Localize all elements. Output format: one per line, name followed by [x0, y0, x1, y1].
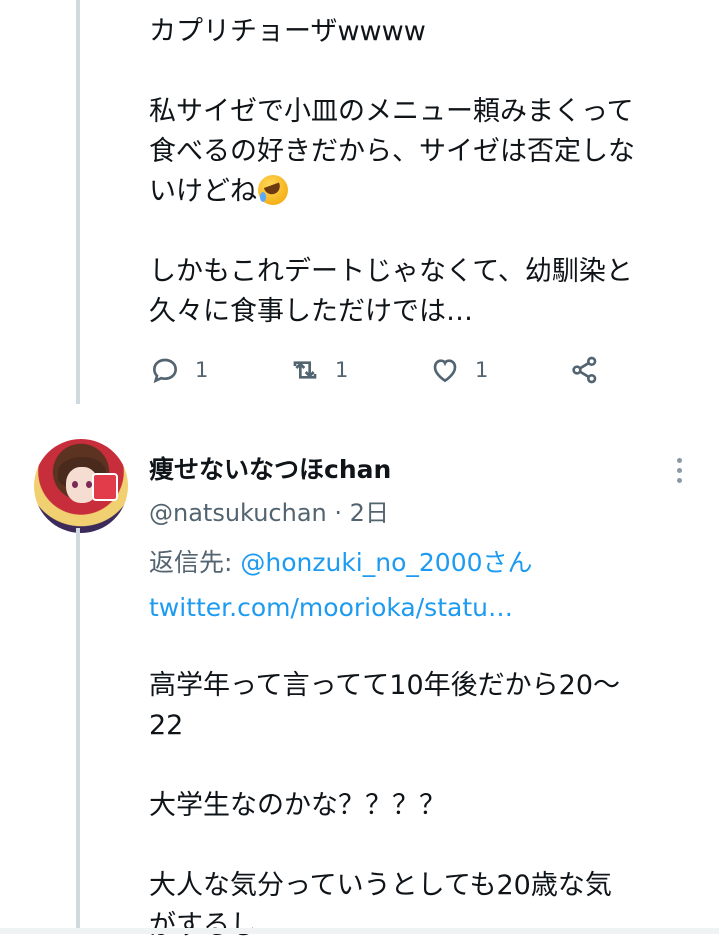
tweet-text: カプリチョーザwwww 私サイゼで小皿のメニュー頼みまくって 食べるの好きだから…: [149, 12, 709, 332]
share-icon: [572, 356, 597, 384]
handle[interactable]: @natsukuchan: [149, 499, 327, 527]
display-name[interactable]: 痩せないなつほchan: [149, 450, 391, 486]
reply-to-label: 返信先:: [149, 548, 241, 577]
handle-line: @natsukuchan · 2日: [149, 493, 389, 528]
divider: [0, 928, 719, 934]
reply-to-mention[interactable]: @honzuki_no_2000さん: [240, 548, 532, 577]
reply-to: 返信先: @honzuki_no_2000さん: [149, 543, 533, 583]
thread-line: [76, 0, 80, 404]
quoted-link[interactable]: twitter.com/moorioka/statu…: [149, 588, 513, 628]
separator: ·: [334, 499, 343, 527]
more-options-icon[interactable]: [662, 455, 696, 489]
retweet-icon: [293, 361, 317, 379]
tweet-text: 高学年って言ってて10年後だから20〜 22 大学生なのかな？？？？ 大人な気分…: [149, 670, 621, 941]
like-count: 1: [475, 358, 489, 382]
share-button[interactable]: [569, 350, 601, 390]
retweet-button[interactable]: 1: [289, 350, 348, 390]
like-button[interactable]: 1: [429, 350, 488, 390]
retweet-count: 1: [335, 358, 349, 382]
heart-icon: [433, 359, 457, 383]
reply-count: 1: [195, 358, 209, 382]
timestamp[interactable]: 2日: [350, 499, 389, 527]
reply-icon: [152, 358, 178, 384]
avatar[interactable]: [34, 439, 128, 533]
thread-line: [76, 528, 80, 934]
tweet-actions: 1 1 1: [149, 350, 619, 390]
tweet-text-part1: カプリチョーザwwww 私サイゼで小皿のメニュー頼みまくって 食べるの好きだから…: [149, 16, 635, 207]
tweet-text-part2: しかもこれデートじゃなくて、幼馴染と 久々に食事しただけでは…: [149, 256, 633, 327]
reply-button[interactable]: 1: [149, 350, 208, 390]
rolling-laughing-emoji-icon: [258, 175, 288, 205]
